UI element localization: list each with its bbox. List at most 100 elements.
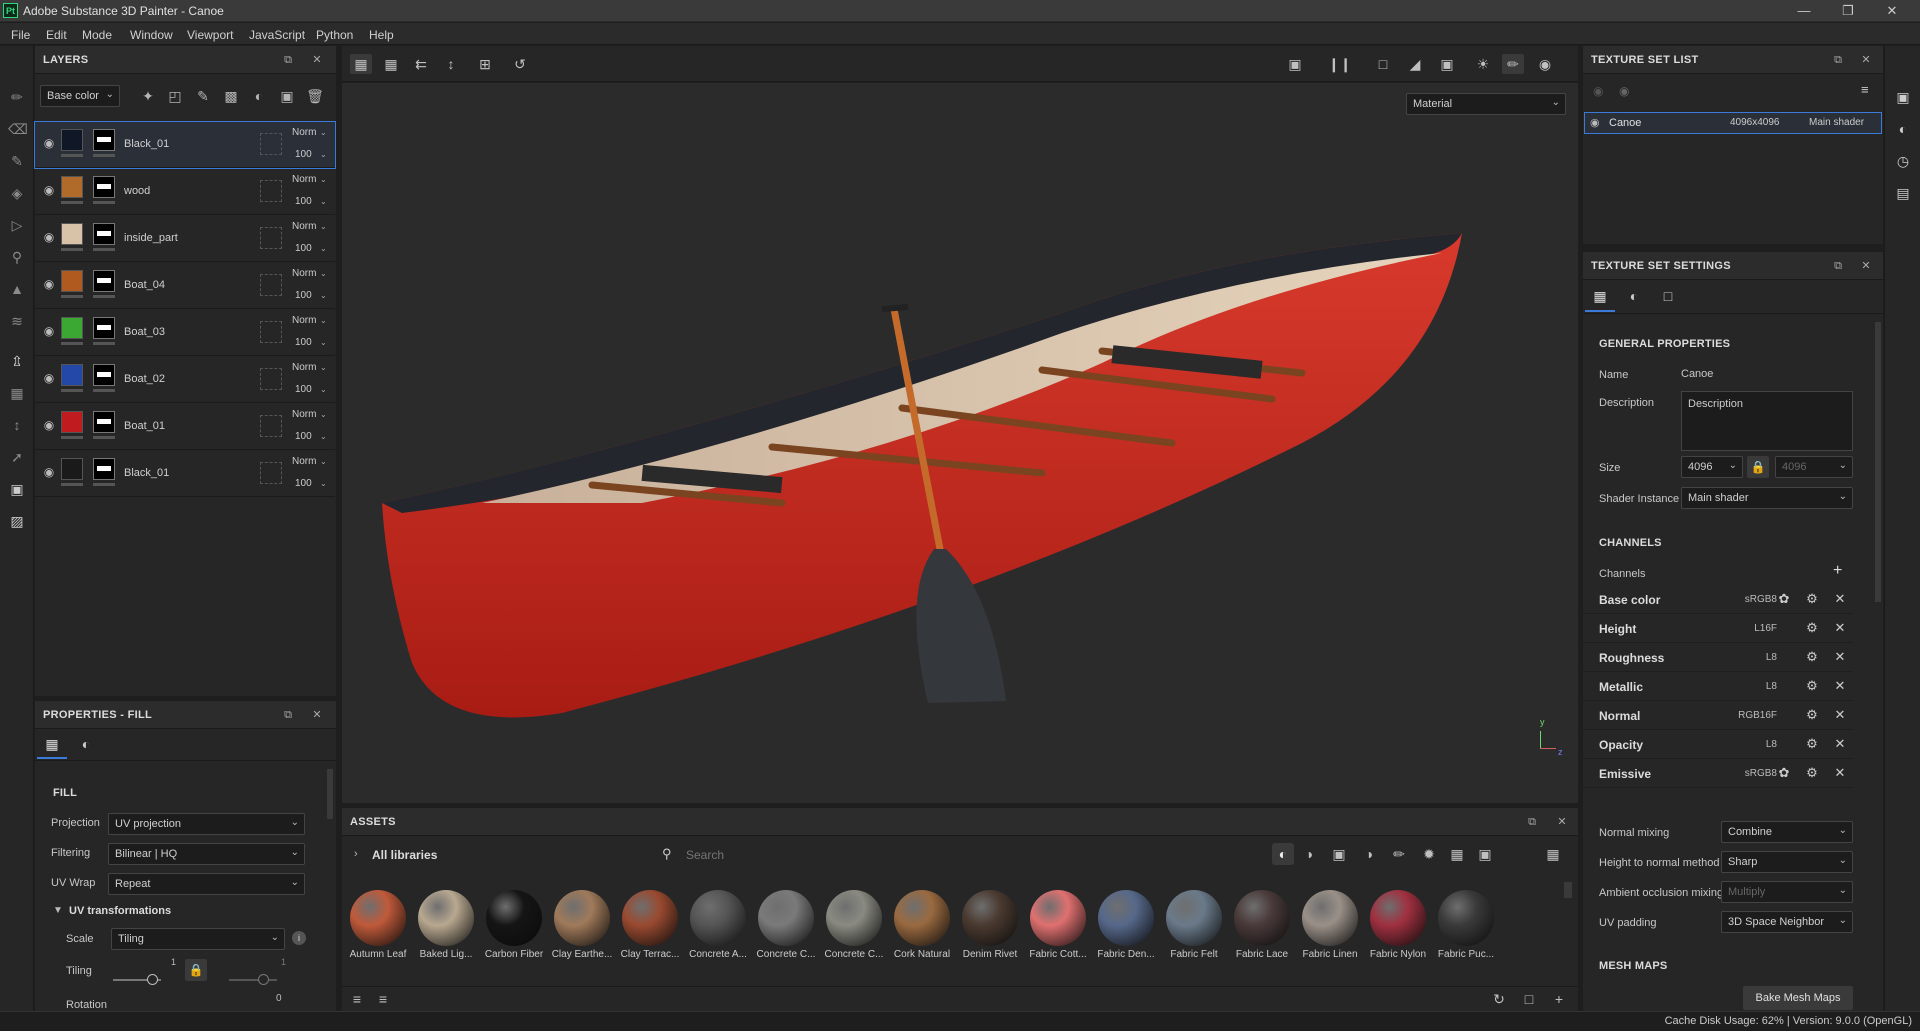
layer-opacity[interactable]: 100: [295, 290, 312, 301]
layer-blend-mode[interactable]: Norm: [292, 127, 316, 138]
eye-icon[interactable]: ◉: [41, 136, 57, 152]
scrollbar[interactable]: [1875, 322, 1881, 602]
screenshot-icon[interactable]: ◉: [1534, 54, 1556, 74]
size-select[interactable]: 4096 ⌄: [1681, 456, 1743, 478]
layer-mask-thumbnail[interactable]: [93, 458, 115, 480]
color-space-icon[interactable]: ✿: [1776, 591, 1792, 607]
hide-icon[interactable]: ▣: [1284, 54, 1306, 74]
remove-channel-icon[interactable]: ✕: [1832, 765, 1848, 781]
shader-instance-select[interactable]: Main shader ⌄: [1681, 487, 1853, 509]
measure-icon[interactable]: ↕: [8, 416, 26, 434]
lock-icon[interactable]: 🔒: [1747, 456, 1769, 478]
material-thumbnail[interactable]: Clay Terrac...: [618, 890, 682, 960]
layer-color-swatch[interactable]: [61, 364, 83, 386]
export-icon[interactable]: ⇫: [8, 352, 26, 370]
details-view-icon[interactable]: ≡: [372, 989, 394, 1009]
add-effect-icon[interactable]: ✦: [138, 86, 158, 106]
channel-format[interactable]: L16F: [1754, 623, 1777, 634]
channel-format[interactable]: L8: [1766, 681, 1777, 692]
chevron-down-icon[interactable]: ⌄: [320, 410, 327, 419]
layer-row[interactable]: ◉ Boat_01 Norm ⌄ 100 ⌄: [35, 404, 335, 450]
camera-icon[interactable]: ▣: [1436, 54, 1458, 74]
layer-color-swatch[interactable]: [61, 270, 83, 292]
eye-icon[interactable]: ◉: [41, 230, 57, 246]
material-thumbnail[interactable]: Concrete C...: [822, 890, 886, 960]
chevron-down-icon[interactable]: ⌄: [320, 150, 327, 159]
channel-row[interactable]: Base color sRGB8 ✿ ⚙ ✕: [1583, 585, 1853, 614]
close-panel-icon[interactable]: ✕: [309, 52, 325, 68]
history-icon[interactable]: ↺: [509, 54, 531, 74]
eye-icon[interactable]: ◉: [1619, 84, 1629, 98]
collapse-icon[interactable]: ▼: [53, 905, 63, 916]
filter-alphas-icon[interactable]: ✹: [1418, 844, 1440, 864]
channel-format[interactable]: RGB16F: [1738, 710, 1777, 721]
smudge-icon[interactable]: ▷: [8, 216, 26, 234]
material-thumbnail[interactable]: Carbon Fiber: [482, 890, 546, 960]
paint-mode-icon[interactable]: ✏: [1502, 54, 1524, 74]
material-thumbnail[interactable]: Cork Natural: [890, 890, 954, 960]
canoe-model[interactable]: [342, 83, 1578, 803]
close-icon[interactable]: ✕: [1878, 2, 1906, 20]
layer-mask-thumbnail[interactable]: [93, 223, 115, 245]
material-thumbnail[interactable]: Denim Rivet: [958, 890, 1022, 960]
gear-icon[interactable]: ⚙: [1804, 620, 1820, 636]
2d-view-icon[interactable]: □: [1372, 54, 1394, 74]
description-textarea[interactable]: Description: [1681, 391, 1853, 451]
layer-name[interactable]: Black_01: [124, 467, 169, 479]
filter-brushes-icon[interactable]: ✏: [1388, 844, 1410, 864]
channel-row[interactable]: Normal RGB16F ⚙ ✕: [1583, 701, 1853, 730]
tiling-slider2-handle[interactable]: [258, 974, 269, 985]
channel-row[interactable]: Opacity L8 ⚙ ✕: [1583, 730, 1853, 759]
chevron-down-icon[interactable]: ⌄: [320, 316, 327, 325]
layer-row[interactable]: ◉ Black_01 Norm ⌄ 100 ⌄: [35, 451, 335, 497]
remove-channel-icon[interactable]: ✕: [1832, 649, 1848, 665]
channel-format[interactable]: sRGB8: [1745, 594, 1777, 605]
add-channel-icon[interactable]: +: [1833, 562, 1842, 580]
material-thumbnail[interactable]: Fabric Felt: [1162, 890, 1226, 960]
gear-icon[interactable]: ⚙: [1804, 765, 1820, 781]
filter-environments-icon[interactable]: ▣: [1474, 844, 1496, 864]
channel-format[interactable]: sRGB8: [1745, 768, 1777, 779]
layer-row[interactable]: ◉ Boat_02 Norm ⌄ 100 ⌄: [35, 357, 335, 403]
layer-color-swatch[interactable]: [61, 411, 83, 433]
menu-viewport[interactable]: Viewport: [187, 28, 233, 42]
menu-mode[interactable]: Mode: [82, 28, 112, 42]
layer-mask-thumbnail[interactable]: [93, 176, 115, 198]
material-thumbnail[interactable]: Concrete C...: [754, 890, 818, 960]
chevron-down-icon[interactable]: ⌄: [320, 363, 327, 372]
layer-name[interactable]: Boat_02: [124, 373, 165, 385]
chevron-down-icon[interactable]: ⌄: [320, 128, 327, 137]
layer-mask-thumbnail[interactable]: [93, 411, 115, 433]
close-panel-icon[interactable]: ✕: [309, 707, 325, 723]
material-thumbnail[interactable]: Fabric Cott...: [1026, 890, 1090, 960]
chevron-down-icon[interactable]: ⌄: [320, 222, 327, 231]
refresh-icon[interactable]: ↻: [1488, 989, 1510, 1009]
layer-opacity[interactable]: 100: [295, 384, 312, 395]
layer-color-swatch[interactable]: [61, 176, 83, 198]
layer-opacity[interactable]: 100: [295, 149, 312, 160]
close-panel-icon[interactable]: ✕: [1858, 258, 1874, 274]
menu-icon[interactable]: ≡: [1861, 82, 1869, 97]
material-thumbnail[interactable]: Concrete A...: [686, 890, 750, 960]
texture-set-list-icon[interactable]: ▣: [1894, 88, 1912, 106]
channel-select[interactable]: Base color ⌄: [40, 85, 120, 107]
layer-row[interactable]: ◉ inside_part Norm ⌄ 100 ⌄: [35, 216, 335, 262]
layer-mask-thumbnail[interactable]: [93, 129, 115, 151]
layer-row[interactable]: ◉ wood Norm ⌄ 100 ⌄: [35, 169, 335, 215]
channel-row[interactable]: Emissive sRGB8 ✿ ⚙ ✕: [1583, 759, 1853, 788]
chevron-down-icon[interactable]: ⌄: [320, 457, 327, 466]
material-thumbnail[interactable]: Baked Lig...: [414, 890, 478, 960]
layer-name[interactable]: Boat_03: [124, 326, 165, 338]
material-thumbnail[interactable]: Clay Earthe...: [550, 890, 614, 960]
screenshot-icon[interactable]: ▣: [8, 480, 26, 498]
chevron-down-icon[interactable]: ⌄: [320, 269, 327, 278]
channel-format[interactable]: L8: [1766, 739, 1777, 750]
eye-icon[interactable]: ◉: [41, 418, 57, 434]
chevron-down-icon[interactable]: ⌄: [320, 338, 327, 347]
material-thumbnail[interactable]: Fabric Puc...: [1434, 890, 1498, 960]
tab-material[interactable]: ◐: [71, 729, 101, 759]
menu-javascript[interactable]: JavaScript: [249, 28, 305, 42]
search-input[interactable]: [682, 845, 1102, 865]
layer-name[interactable]: Black_01: [124, 138, 169, 150]
filter-filters-icon[interactable]: ◑: [1358, 844, 1380, 864]
